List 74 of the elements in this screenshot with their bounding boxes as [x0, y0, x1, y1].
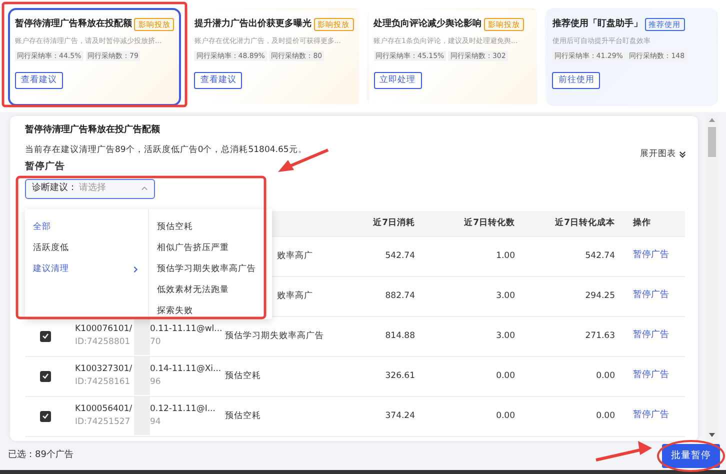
panel-title: 暂停待清理广告释放在投广告配额 [25, 124, 161, 137]
chevron-double-down-icon [679, 150, 686, 158]
column-header: 近7日消耗 [372, 216, 415, 230]
diagnosis-text: 败率高广 [277, 250, 313, 261]
annotation-arrow [596, 441, 652, 462]
diagnosis-text: 预估空耗 [225, 370, 261, 381]
table-cell-text: 882.74 [384, 290, 415, 302]
table-cell-text: 271.63 [584, 330, 615, 342]
ad-id: ID:74251527 [75, 416, 132, 429]
table-cell-text: 542.74 [384, 250, 415, 262]
plan-number: 94 [150, 416, 162, 429]
menu-option[interactable]: 相似广告挤压严重 [149, 238, 237, 259]
card-title: 处理负向评论减少舆论影响 [374, 18, 482, 31]
table-cell-text: 294.25 [584, 290, 615, 302]
checkbox[interactable] [40, 330, 51, 342]
selected-count: 已选：89个广告 [8, 449, 74, 462]
table-cell-text: 1.00 [495, 250, 515, 262]
table-cell-text: 542.74 [584, 250, 615, 262]
ad-name: K100056401/ [75, 403, 132, 416]
pause-ad-link[interactable]: 暂停广告 [633, 289, 669, 303]
ad-name: K100076101/ [75, 323, 132, 336]
card-title: 提升潜力广告出价获更多曝光 [194, 18, 312, 31]
plan-name: 0.12-11.11@I... [150, 403, 216, 416]
diagnosis-text: 败率高广 [277, 290, 313, 301]
summary-text: 当前存在建议清理广告89个，活跃度低广告0个，总消耗51804.65元。 [25, 144, 307, 156]
ad-id: ID:74258161 [75, 376, 132, 389]
table-cell-text: 374.24 [384, 410, 415, 422]
column-header: 近7日转化成本 [554, 216, 615, 230]
menu-item[interactable]: 全部 [25, 217, 148, 238]
plan-name: 0.11-11.11@wl... [150, 323, 224, 336]
table-cell-text: 0.00 [495, 410, 515, 422]
scroll-down-icon[interactable] [709, 433, 715, 437]
diagnosis-text: 预估学习期失败率高广告 [225, 330, 324, 341]
pause-ad-link[interactable]: 暂停广告 [633, 369, 669, 383]
menu-item[interactable]: 建议清理 [25, 259, 148, 280]
table-cell-text: 0.00 [495, 370, 515, 382]
card-title: 暂停待清理广告释放在投配额 [15, 18, 132, 31]
table-cell-text: 3.00 [495, 290, 515, 302]
card-button[interactable]: 立即处理 [374, 72, 422, 89]
table-cell-text: 3.00 [495, 330, 515, 342]
pause-ad-link[interactable]: 暂停广告 [633, 329, 669, 343]
menu-option[interactable]: 探索失败 [149, 301, 201, 322]
card-title: 推荐使用「盯盘助手」 [552, 18, 642, 31]
ad-id: ID:74258801 [75, 336, 132, 349]
plan-name: 0.14-11.11@Xi... [150, 363, 222, 376]
filter-select[interactable]: 诊断建议： 请选择 [25, 178, 155, 198]
column-header: 操作 [632, 216, 652, 230]
card-button[interactable]: 查看建议 [194, 72, 242, 89]
card-button[interactable]: 查看建议 [15, 72, 63, 89]
menu-option[interactable]: 低效素材无法跑量 [149, 280, 237, 301]
scroll-thumb[interactable] [708, 127, 716, 157]
section-title: 暂停广告 [25, 160, 65, 174]
table-cell-text: 0.00 [595, 370, 615, 382]
column-header: 近7日转化数 [463, 216, 515, 230]
table-cell-text: 0.00 [595, 410, 615, 422]
diagnosis-text: 预估空耗 [225, 410, 261, 421]
table-cell-text: 326.61 [384, 370, 415, 382]
menu-item[interactable]: 活跃度低 [25, 238, 148, 259]
pause-ad-link[interactable]: 暂停广告 [633, 249, 669, 263]
expand-chart-link[interactable]: 展开图表 [640, 148, 686, 161]
scrollbar[interactable] [706, 115, 718, 440]
menu-option[interactable]: 预估空耗 [149, 217, 201, 238]
checkbox[interactable] [40, 410, 51, 422]
checkbox[interactable] [40, 370, 51, 382]
pause-ad-link[interactable]: 暂停广告 [633, 409, 669, 423]
caret-icon [141, 186, 148, 191]
plan-number: 70 [150, 336, 162, 349]
batch-pause-button[interactable]: 批量暂停 [662, 444, 720, 468]
menu-option[interactable]: 预估学习期失败率高广告 [149, 259, 264, 280]
plan-number: 96 [150, 376, 162, 389]
table-cell-text: 814.88 [384, 330, 415, 342]
annotation-ellipse [657, 440, 725, 472]
ad-name: K100327301/ [75, 363, 132, 376]
card-button[interactable]: 前往使用 [552, 72, 600, 89]
